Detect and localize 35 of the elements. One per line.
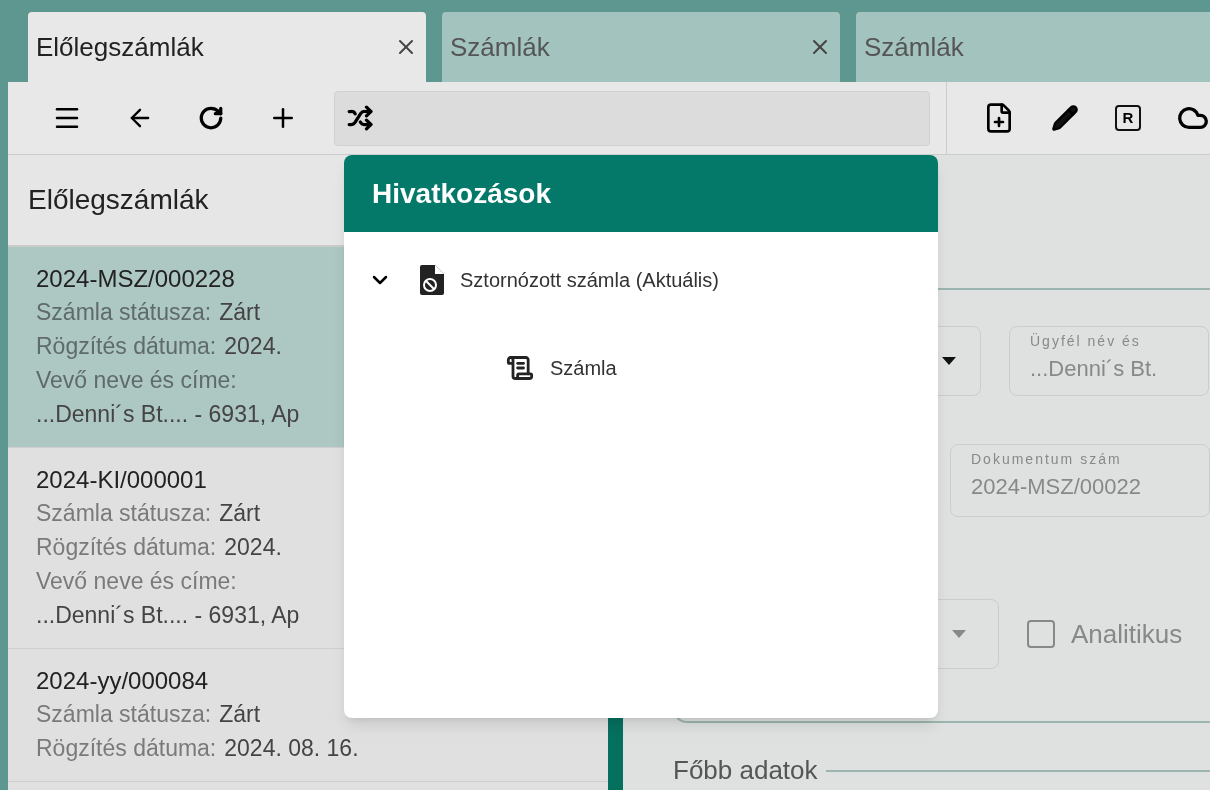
search-field[interactable] [334,90,930,146]
field-value: 2024. [224,533,282,562]
invoice-number: 2024-MSZ/000228 [36,264,235,294]
field-label: Számla státusza: [36,700,212,729]
section-legend: Főbb adatok [673,751,818,790]
checkbox-label: Analitikus [1071,617,1183,651]
dropdown-caret-icon[interactable] [942,357,956,366]
pencil-icon[interactable] [1051,104,1079,132]
field-label: Számla státusza: [36,298,212,327]
field-value: Zárt [219,700,261,729]
popup-title: Hivatkozások [372,176,551,211]
invoice-number: 2024-KI/000001 [36,465,207,495]
field-label: Rögzítés dátuma: [36,533,217,562]
field-value: Zárt [219,499,261,528]
shuffle-icon [347,105,373,131]
list-title: Előlegszámlák [28,183,209,217]
field-value: 2024. 08. 16. [224,734,359,763]
field-label: Rögzítés dátuma: [36,734,217,763]
refresh-icon[interactable] [198,105,224,131]
field-label: Vevő neve és címe: [36,366,237,395]
tab[interactable]: Számlák [442,12,840,82]
field-value: Zárt [219,298,261,327]
field-label: Rögzítés dátuma: [36,332,217,361]
address: ...Denni´s Bt.... - 6931, Ap [36,601,301,630]
field-label: Számla státusza: [36,499,212,528]
r-key-icon[interactable]: R [1115,105,1141,131]
address: ...Denni´s Bt.... - 6931, Ap [36,400,301,429]
scroll-icon [506,354,534,382]
document-ban-icon [420,265,444,295]
checkbox[interactable] [1027,620,1055,649]
field-value: 2024. [224,332,282,361]
field-label: Vevő neve és címe: [36,567,237,596]
tab[interactable]: Számlák [856,12,1210,82]
tab[interactable]: Előlegszámlák [28,12,426,82]
invoice-number: 2024-yy/000084 [36,666,209,696]
